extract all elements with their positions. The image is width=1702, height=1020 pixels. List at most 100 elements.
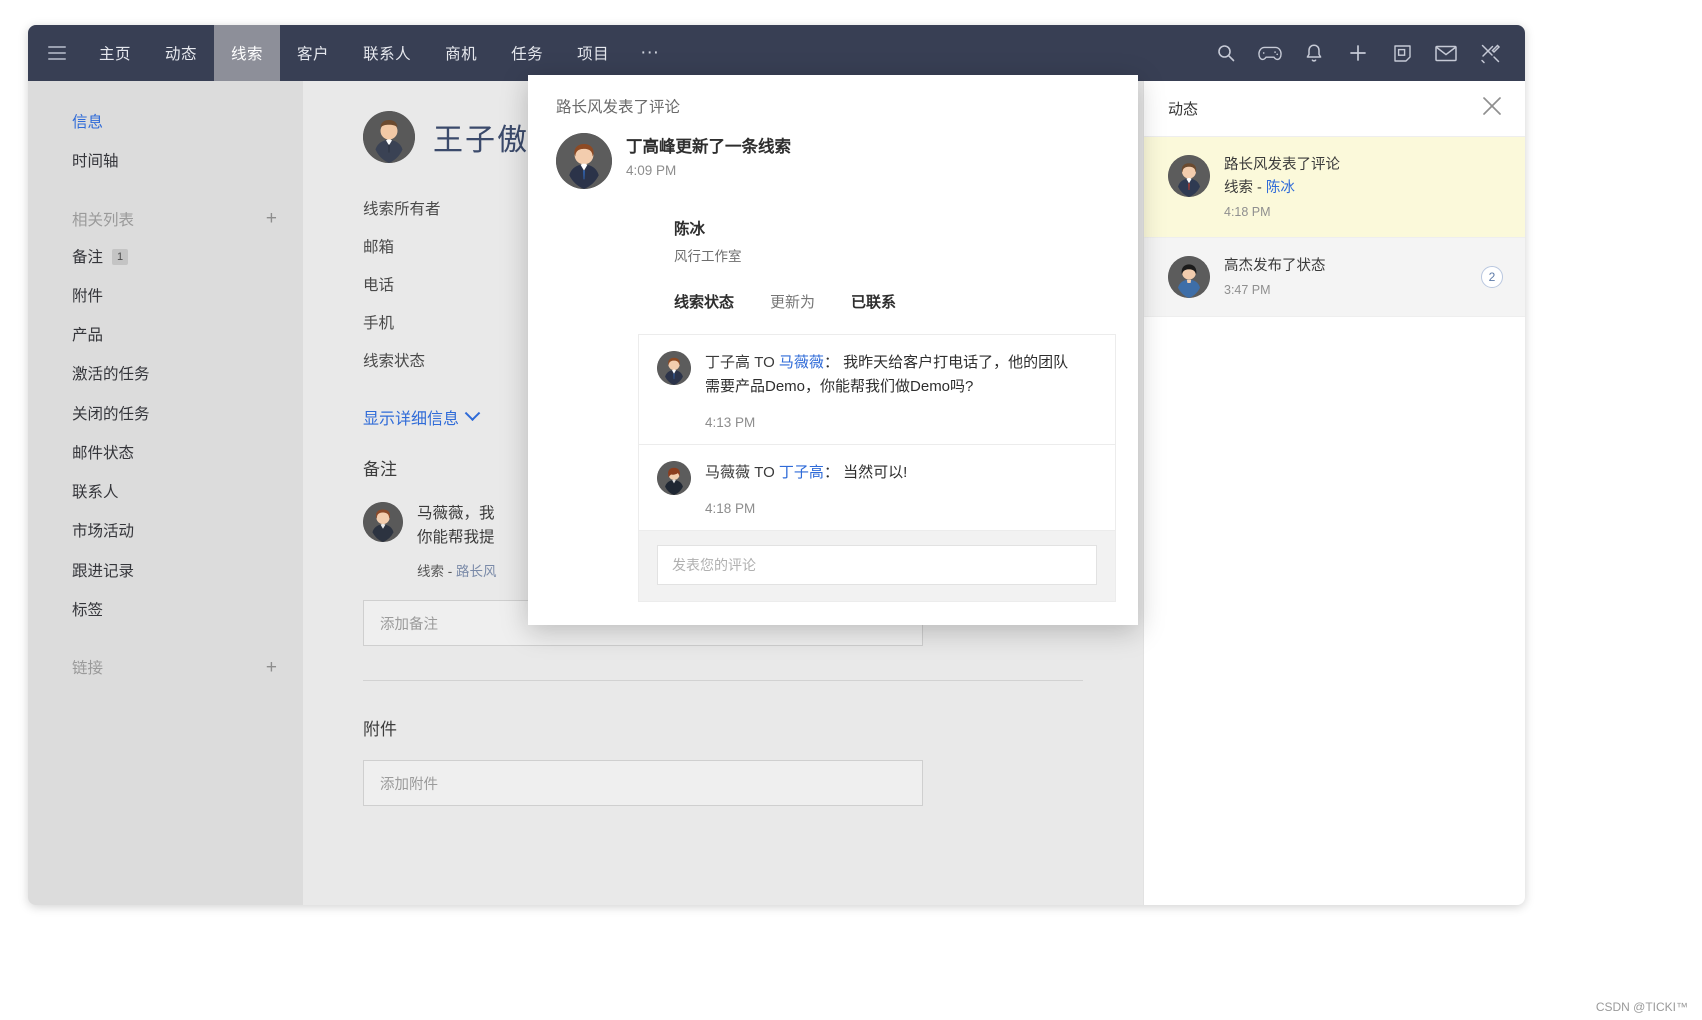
tools-icon[interactable] [1477,40,1503,66]
modal-header: 丁高峰更新了一条线索 4:09 PM [528,117,1138,189]
sidebar-add-link-button[interactable]: + [266,658,277,677]
nav-tab-feed[interactable]: 动态 [148,25,214,81]
activity-time: 4:18 PM [1224,205,1340,219]
activity-title: 路长风发表了评论 [1224,155,1340,177]
nav-tab-tasks[interactable]: 任务 [494,25,560,81]
activity-panel-title: 动态 [1168,98,1198,119]
sidebar-item-email-status[interactable]: 邮件状态 [28,434,303,473]
activity-subtitle-prefix: 线索 - [1224,180,1266,196]
comment-text-a: 当然可以! [843,464,907,481]
sidebar-item-info[interactable]: 信息 [28,103,303,142]
sidebar-section-links-label: 链接 [72,656,103,678]
sidebar-item-contacts[interactable]: 联系人 [28,473,303,512]
activity-count-badge: 2 [1481,266,1503,288]
nav-tab-projects[interactable]: 项目 [560,25,626,81]
activity-panel-header: 动态 [1144,81,1525,137]
activity-panel: 动态 路长风发表了评论 线索 - 陈冰 4:18 PM [1143,81,1525,905]
watermark: CSDN @TICKI™ [1596,1000,1688,1014]
nav-tab-deals[interactable]: 商机 [428,25,494,81]
nav-tab-contacts[interactable]: 联系人 [346,25,428,81]
attachments-section-title: 附件 [303,681,1143,740]
activity-body: 高杰发布了状态 3:47 PM [1224,256,1326,298]
comment-from: 马薇薇 [705,464,750,481]
modal-header-body: 丁高峰更新了一条线索 4:09 PM [626,133,791,189]
avatar [657,461,691,516]
activity-item[interactable]: 路长风发表了评论 线索 - 陈冰 4:18 PM [1144,137,1525,238]
sidebar-item-followups[interactable]: 跟进记录 [28,552,303,591]
calendar-icon[interactable] [1389,40,1415,66]
modal-status-verb: 更新为 [770,291,815,312]
activity-item[interactable]: 高杰发布了状态 3:47 PM 2 [1144,238,1525,317]
sidebar-item-campaigns-label: 市场活动 [72,520,134,543]
modal-lead-org: 风行工作室 [528,239,1138,265]
plus-icon[interactable] [1345,40,1371,66]
avatar [1168,155,1210,219]
modal-lead-name: 陈冰 [528,189,1138,239]
avatar [363,502,403,580]
comment-input-wrapper: 发表您的评论 [639,531,1115,601]
top-navigation-bar: 主页 动态 线索 客户 联系人 商机 任务 项目 ··· [28,25,1525,81]
mail-icon[interactable] [1433,40,1459,66]
nav-tab-projects-label: 项目 [577,42,609,64]
comment-text-a: 我昨天给客户打电话了，他的团队 [843,354,1068,371]
comment-input-placeholder: 发表您的评论 [672,555,756,575]
close-icon[interactable] [1481,95,1503,122]
sidebar-item-closed-tasks-label: 关闭的任务 [72,403,150,426]
gamepad-icon[interactable] [1257,40,1283,66]
modal-title: 路长风发表了评论 [528,75,1138,117]
sidebar-item-contacts-label: 联系人 [72,481,119,504]
sidebar-item-attachments[interactable]: 附件 [28,277,303,316]
sidebar-item-info-label: 信息 [72,111,103,134]
comment-body: 丁子高 TO 马薇薇： 我昨天给客户打电话了，他的团队 需要产品Demo，你能帮… [705,351,1097,430]
nav-tab-deals-label: 商机 [445,42,477,64]
sidebar-item-closed-tasks[interactable]: 关闭的任务 [28,395,303,434]
sidebar-item-products[interactable]: 产品 [28,316,303,355]
comment-to-label: TO [754,354,775,371]
hamburger-menu-icon[interactable] [48,46,66,60]
add-attachment-placeholder: 添加附件 [380,773,438,794]
sidebar-section-related: 相关列表 + [28,182,303,238]
note-meta: 线索 - 路长风 [417,560,497,580]
comment-to[interactable]: 马薇薇 [779,354,824,371]
nav-more-button[interactable]: ··· [626,25,673,81]
comment-text-line1: 马薇薇 TO 丁子高： 当然可以! [705,461,1097,485]
comment-input[interactable]: 发表您的评论 [657,545,1097,585]
sidebar-item-followups-label: 跟进记录 [72,560,134,583]
modal-status-row: 线索状态 更新为 已联系 [528,265,1138,312]
nav-tab-contacts-label: 联系人 [363,42,411,64]
avatar [657,351,691,430]
note-meta-author[interactable]: 路长风 [456,564,497,579]
bell-icon[interactable] [1301,40,1327,66]
avatar [363,111,415,163]
sidebar-item-notes-label: 备注 [72,246,103,269]
comment-to[interactable]: 丁子高 [779,464,824,481]
modal-status-value: 已联系 [851,291,896,312]
sidebar-item-products-label: 产品 [72,324,103,347]
comment-to-label: TO [754,464,775,481]
search-icon[interactable] [1213,40,1239,66]
sidebar-item-attachments-label: 附件 [72,285,103,308]
modal-actor-time: 4:09 PM [626,163,791,178]
show-details-label: 显示详细信息 [363,405,459,429]
sidebar-item-campaigns[interactable]: 市场活动 [28,512,303,551]
nav-tab-accounts[interactable]: 客户 [280,25,346,81]
nav-tab-leads[interactable]: 线索 [214,25,280,81]
top-right-icons [1213,40,1525,66]
sidebar-item-tags[interactable]: 标签 [28,591,303,630]
sidebar-add-related-button[interactable]: + [266,209,277,228]
sidebar-item-open-tasks[interactable]: 激活的任务 [28,355,303,394]
activity-body: 路长风发表了评论 线索 - 陈冰 4:18 PM [1224,155,1340,219]
avatar [556,133,612,189]
activity-subtitle-link[interactable]: 陈冰 [1266,180,1295,196]
sidebar-item-email-status-label: 邮件状态 [72,442,134,465]
sidebar-item-notes[interactable]: 备注 1 [28,238,303,277]
add-attachment-input[interactable]: 添加附件 [363,760,923,806]
sidebar-item-notes-badge: 1 [112,249,128,265]
comment-colon: ： [824,464,839,481]
left-sidebar: 信息 时间轴 相关列表 + 备注 1 附件 产品 激活的任务 关闭的任务 邮件状… [28,81,303,905]
activity-title: 高杰发布了状态 [1224,256,1326,278]
nav-tab-home[interactable]: 主页 [82,25,148,81]
sidebar-item-timeline[interactable]: 时间轴 [28,142,303,181]
page-title: 王子傲 [433,115,529,159]
activity-subtitle: 线索 - 陈冰 [1224,177,1340,200]
